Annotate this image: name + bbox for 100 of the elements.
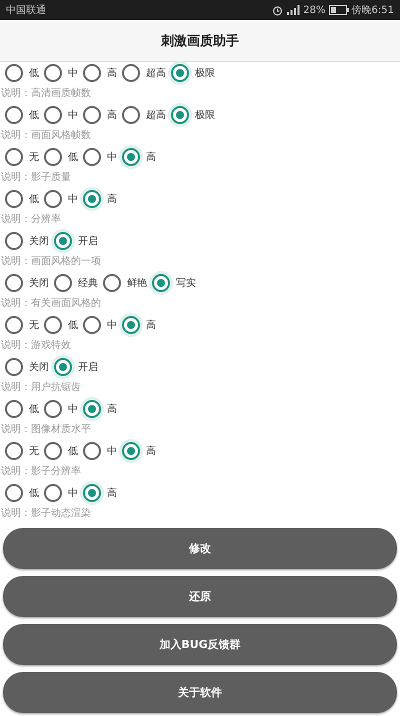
battery-icon (328, 5, 349, 15)
radio-option[interactable]: 关闭 (5, 358, 49, 376)
signal-icon (286, 5, 300, 15)
radio-option[interactable]: 低 (5, 106, 39, 124)
radio-button[interactable] (5, 316, 23, 334)
radio-button[interactable] (122, 316, 140, 334)
radio-option[interactable]: 中 (44, 484, 78, 502)
battery-percent: 28% (303, 4, 326, 16)
radio-option[interactable]: 高 (83, 400, 117, 418)
radio-option[interactable]: 低 (44, 148, 78, 166)
radio-button[interactable] (171, 106, 189, 124)
radio-option[interactable]: 低 (44, 442, 78, 460)
radio-option[interactable]: 开启 (54, 232, 98, 250)
radio-option[interactable]: 高 (122, 442, 156, 460)
radio-option[interactable]: 中 (44, 400, 78, 418)
radio-button[interactable] (83, 484, 101, 502)
app-title: 刺激画质助手 (161, 32, 239, 50)
setting-description: 说明：游戏特效 (0, 338, 72, 353)
setting-description: 说明：影子质量 (0, 170, 72, 185)
radio-button[interactable] (83, 106, 101, 124)
radio-button[interactable] (5, 484, 23, 502)
radio-option[interactable]: 中 (83, 442, 117, 460)
radio-button[interactable] (83, 148, 101, 166)
radio-option[interactable]: 极限 (171, 64, 215, 82)
clock-time: 傍晚6:51 (352, 4, 394, 17)
radio-button[interactable] (44, 400, 62, 418)
radio-button[interactable] (83, 442, 101, 460)
radio-button[interactable] (171, 64, 189, 82)
radio-button[interactable] (5, 232, 23, 250)
setting-description: 说明：高清画质帧数 (0, 86, 92, 101)
radio-option[interactable]: 低 (5, 64, 39, 82)
radio-option[interactable]: 高 (122, 316, 156, 334)
radio-button[interactable] (152, 274, 170, 292)
radio-button[interactable] (44, 64, 62, 82)
radio-button[interactable] (122, 148, 140, 166)
radio-button[interactable] (44, 442, 62, 460)
radio-button[interactable] (44, 106, 62, 124)
setting-description: 说明：有关画面风格的 (0, 296, 102, 311)
radio-button[interactable] (44, 484, 62, 502)
radio-button[interactable] (5, 190, 23, 208)
radio-option[interactable]: 高 (83, 106, 117, 124)
radio-option[interactable]: 中 (83, 148, 117, 166)
action-button[interactable]: 加入BUG反馈群 (3, 624, 397, 665)
action-button[interactable]: 关于软件 (3, 672, 397, 713)
radio-button[interactable] (54, 274, 72, 292)
radio-button[interactable] (83, 190, 101, 208)
setting-description: 说明：画面风格的一项 (0, 254, 102, 269)
radio-button[interactable] (83, 316, 101, 334)
radio-option[interactable]: 高 (122, 148, 156, 166)
radio-option[interactable]: 无 (5, 442, 39, 460)
radio-button[interactable] (122, 442, 140, 460)
radio-button[interactable] (5, 442, 23, 460)
setting-description: 说明：分辨率 (0, 212, 62, 227)
radio-option[interactable]: 中 (44, 190, 78, 208)
radio-button[interactable] (54, 358, 72, 376)
carrier-name: 中国联通 (6, 4, 46, 17)
radio-option[interactable]: 低 (5, 400, 39, 418)
radio-option[interactable]: 高 (83, 64, 117, 82)
radio-option[interactable]: 高 (83, 484, 117, 502)
radio-button[interactable] (122, 64, 140, 82)
setting-description: 说明：图像材质水平 (0, 422, 92, 437)
radio-button[interactable] (5, 358, 23, 376)
radio-option[interactable]: 超高 (122, 106, 166, 124)
radio-option[interactable]: 关闭 (5, 274, 49, 292)
radio-button[interactable] (5, 106, 23, 124)
radio-option[interactable]: 经典 (54, 274, 98, 292)
radio-button[interactable] (44, 316, 62, 334)
radio-option[interactable]: 极限 (171, 106, 215, 124)
radio-option[interactable]: 中 (44, 64, 78, 82)
radio-option[interactable]: 鲜艳 (103, 274, 147, 292)
setting-description: 说明：影子分辨率 (0, 464, 82, 479)
radio-option[interactable]: 写实 (152, 274, 196, 292)
radio-option[interactable]: 高 (83, 190, 117, 208)
radio-button[interactable] (54, 232, 72, 250)
radio-option[interactable]: 超高 (122, 64, 166, 82)
radio-button[interactable] (44, 190, 62, 208)
setting-description: 说明：影子动态渲染 (0, 506, 92, 521)
setting-description: 说明：用户抗锯齿 (0, 380, 82, 395)
setting-description: 说明：画面风格帧数 (0, 128, 92, 143)
radio-button[interactable] (44, 148, 62, 166)
radio-option[interactable]: 低 (5, 190, 39, 208)
radio-button[interactable] (83, 64, 101, 82)
radio-option[interactable]: 低 (5, 484, 39, 502)
radio-option[interactable]: 中 (83, 316, 117, 334)
radio-button[interactable] (5, 274, 23, 292)
radio-option[interactable]: 无 (5, 316, 39, 334)
radio-button[interactable] (103, 274, 121, 292)
alarm-icon (272, 4, 284, 16)
action-button[interactable]: 修改 (3, 528, 397, 569)
radio-option[interactable]: 无 (5, 148, 39, 166)
radio-option[interactable]: 关闭 (5, 232, 49, 250)
radio-button[interactable] (83, 400, 101, 418)
radio-option[interactable]: 低 (44, 316, 78, 334)
action-button[interactable]: 还原 (3, 576, 397, 617)
radio-option[interactable]: 开启 (54, 358, 98, 376)
radio-button[interactable] (5, 148, 23, 166)
radio-button[interactable] (5, 64, 23, 82)
radio-option[interactable]: 中 (44, 106, 78, 124)
radio-button[interactable] (5, 400, 23, 418)
radio-button[interactable] (122, 106, 140, 124)
